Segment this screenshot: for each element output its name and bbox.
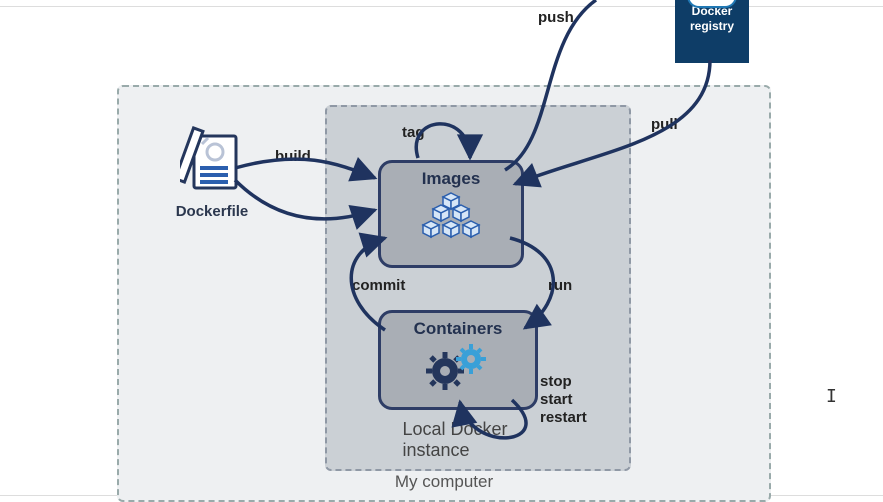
pull-label: pull <box>651 116 678 133</box>
dockerfile-icon <box>180 179 244 196</box>
push-label: push <box>538 9 574 26</box>
registry-top-arc <box>687 0 737 8</box>
text-cursor-icon: I <box>826 386 837 407</box>
gears-icon <box>389 341 527 391</box>
top-divider <box>0 0 883 7</box>
docker-registry-node: Docker registry <box>675 0 749 63</box>
images-node: Images <box>378 160 524 268</box>
dockerfile-node: Dockerfile <box>164 126 260 220</box>
commit-label: commit <box>352 277 405 294</box>
start-label: start <box>540 391 573 408</box>
run-label: run <box>548 277 572 294</box>
cubes-icon <box>389 191 513 247</box>
images-label: Images <box>389 169 513 189</box>
tag-label: tag <box>402 124 425 141</box>
local-docker-label: Local Docker instance <box>403 419 554 461</box>
containers-node: Containers <box>378 310 538 410</box>
my-computer-label: My computer <box>395 472 493 492</box>
restart-label: restart <box>540 409 587 426</box>
registry-line2: registry <box>676 19 748 34</box>
dockerfile-label: Dockerfile <box>164 203 260 220</box>
build-label: build <box>275 148 311 165</box>
stop-label: stop <box>540 373 572 390</box>
canvas: My computer Local Docker instance Docker… <box>0 0 883 502</box>
containers-label: Containers <box>389 319 527 339</box>
